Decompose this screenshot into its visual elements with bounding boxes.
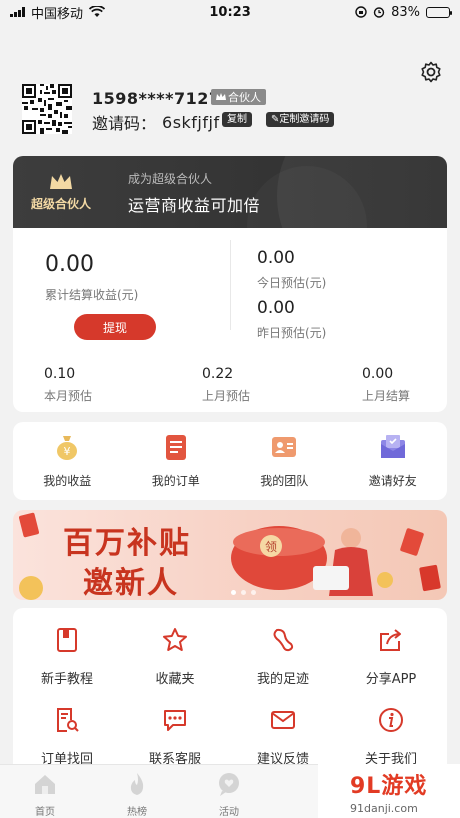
- earnings-card: 0.00 累计结算收益(元) 提现 0.00 今日预估(元) 0.00 昨日预估…: [13, 228, 447, 412]
- tool-about-us[interactable]: 关于我们: [337, 706, 445, 767]
- tool-order-recovery[interactable]: 订单找回: [13, 706, 121, 767]
- info-icon: [379, 708, 403, 732]
- status-bar: 中国移动 10:23 83%: [0, 0, 460, 24]
- chat-icon: [164, 710, 186, 731]
- promo-banner[interactable]: 领 百万补贴 邀新人: [13, 510, 447, 600]
- divider: [230, 240, 231, 330]
- tool-favorites[interactable]: 收藏夹: [121, 626, 229, 687]
- quick-menu: ¥ 我的收益 我的订单 我的团队 邀请好友: [13, 422, 447, 500]
- settings-gear-icon[interactable]: [419, 60, 443, 84]
- custom-invite-label: 定制邀请码: [279, 114, 330, 125]
- watermark-text: 9L游戏: [350, 773, 428, 799]
- tool-feedback[interactable]: 建议反馈: [229, 706, 337, 767]
- tab-home[interactable]: 首页: [15, 771, 75, 818]
- share-icon: [380, 629, 401, 651]
- copy-button[interactable]: 复制: [222, 112, 252, 127]
- stat-this-month[interactable]: 0.10 本月预估: [44, 366, 92, 404]
- partner-badge-label: 合伙人: [228, 91, 261, 104]
- carousel-dots: [231, 590, 256, 595]
- stat-label: 上月结算: [362, 389, 411, 403]
- heart-chat-icon: [219, 773, 239, 796]
- quick-item-label: 我的团队: [260, 474, 309, 488]
- site-watermark: 9L游戏 91danji.com: [318, 764, 460, 818]
- stats-row: 0.10 本月预估 0.22 上月预估 0.00 上月结算: [13, 366, 447, 406]
- quick-item-invite-friends[interactable]: 邀请好友: [339, 422, 448, 500]
- carrier-label: 中国移动: [31, 6, 84, 22]
- svg-text:¥: ¥: [64, 445, 71, 458]
- stat-value: 0.10: [44, 366, 76, 382]
- invite-code-row: 邀请码： 6skfjfjf: [92, 110, 220, 134]
- qr-code-image[interactable]: [22, 84, 72, 134]
- battery-icon: [426, 6, 452, 18]
- crown-icon: [50, 173, 72, 189]
- quick-item-my-earnings[interactable]: ¥ 我的收益: [13, 422, 122, 500]
- tab-hot-list[interactable]: 热榜: [107, 771, 167, 818]
- tool-label: 我的足迹: [256, 672, 309, 687]
- flame-icon: [130, 773, 144, 795]
- tool-label: 分享APP: [365, 672, 417, 687]
- team-card-icon: [272, 437, 297, 457]
- quick-item-my-team[interactable]: 我的团队: [230, 422, 339, 500]
- clock: 10:23: [209, 4, 251, 20]
- wifi-icon: [89, 6, 106, 17]
- stat-label: 本月预估: [44, 389, 93, 403]
- promo-title: 运营商收益可加倍: [128, 196, 261, 215]
- super-partner-promo[interactable]: 超级合伙人 成为超级合伙人 运营商收益可加倍: [13, 156, 447, 228]
- star-icon: [163, 628, 187, 651]
- alarm-icon: [373, 7, 385, 18]
- custom-invite-code-button[interactable]: ✎定制邀请码: [266, 112, 335, 127]
- svg-text:领: 领: [265, 540, 277, 554]
- quick-item-label: 邀请好友: [368, 474, 417, 488]
- mail-icon: [271, 711, 295, 729]
- invite-envelope-icon: [380, 435, 405, 458]
- tool-label: 新手教程: [40, 672, 93, 687]
- stat-label: 上月预估: [202, 389, 251, 403]
- total-settled-value: 0.00: [45, 252, 94, 277]
- super-partner-label: 超级合伙人: [30, 196, 91, 211]
- tool-share-app[interactable]: 分享APP: [337, 626, 445, 687]
- banner-title: 百万补贴: [63, 526, 191, 561]
- today-estimate-label: 今日预估(元): [257, 276, 327, 290]
- banner-subtitle: 邀新人: [83, 566, 179, 600]
- battery-percent: 83%: [391, 4, 420, 20]
- stat-value: 0.00: [362, 366, 394, 382]
- crown-icon: [216, 93, 226, 100]
- quick-item-my-orders[interactable]: 我的订单: [122, 422, 231, 500]
- phone-number: 1598****7127: [92, 89, 221, 108]
- super-partner-badge: 超级合伙人: [13, 156, 109, 228]
- footprint-icon: [273, 628, 294, 652]
- book-icon: [57, 628, 77, 652]
- partner-badge: 合伙人: [211, 89, 266, 105]
- tab-label: 热榜: [127, 807, 147, 818]
- tab-label: 首页: [35, 807, 55, 818]
- tool-footprints[interactable]: 我的足迹: [229, 626, 337, 687]
- money-bag-icon: ¥: [57, 436, 78, 460]
- promo-subtitle: 成为超级合伙人: [128, 172, 213, 186]
- yesterday-estimate-value: 0.00: [257, 298, 295, 318]
- rotation-lock-icon: [355, 6, 367, 18]
- quick-item-label: 我的收益: [43, 474, 92, 488]
- order-list-icon: [165, 435, 186, 460]
- watermark-url: 91danji.com: [350, 801, 418, 815]
- today-estimate-value: 0.00: [257, 248, 295, 268]
- quick-item-label: 我的订单: [151, 474, 200, 488]
- signal-icon: [10, 7, 25, 17]
- tool-beginner-guide[interactable]: 新手教程: [13, 626, 121, 687]
- stat-last-month-settled[interactable]: 0.00 上月结算: [362, 366, 410, 404]
- invite-label: 邀请码：: [92, 114, 157, 133]
- yesterday-estimate-label: 昨日预估(元): [257, 326, 327, 340]
- tab-activities[interactable]: 活动: [199, 771, 259, 818]
- tools-grid: 新手教程 收藏夹 我的足迹 分享APP 订单找回 联系客服 建议反馈 关于我们: [13, 608, 447, 778]
- tool-label: 收藏夹: [155, 672, 195, 687]
- tab-label: 活动: [219, 807, 239, 818]
- tool-contact-support[interactable]: 联系客服: [121, 706, 229, 767]
- stat-value: 0.22: [202, 366, 234, 382]
- order-search-icon: [57, 708, 79, 732]
- total-settled-label: 累计结算收益(元): [45, 288, 139, 302]
- invite-code: 6skfjfjf: [162, 112, 220, 132]
- home-icon: [35, 775, 55, 794]
- stat-last-month-estimate[interactable]: 0.22 上月预估: [202, 366, 250, 404]
- withdraw-button[interactable]: 提现: [74, 314, 156, 340]
